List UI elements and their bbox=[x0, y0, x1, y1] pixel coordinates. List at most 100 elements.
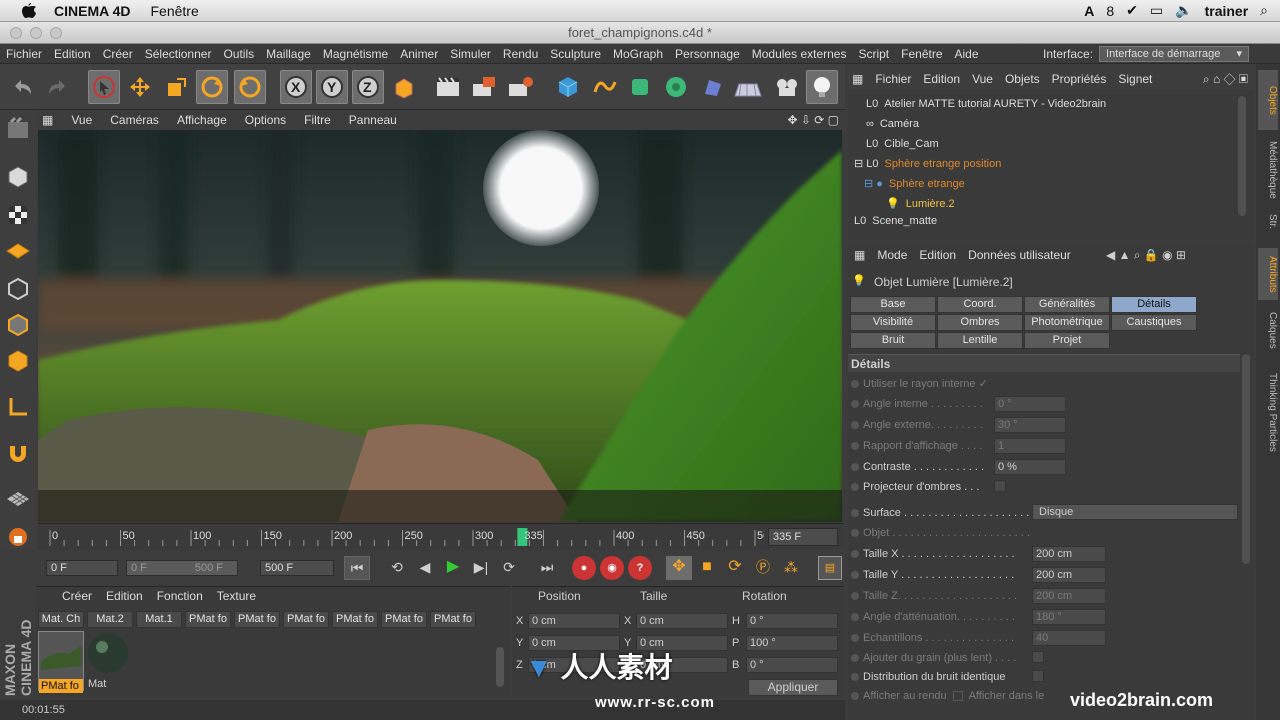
edges-mode-icon[interactable] bbox=[3, 310, 33, 340]
tab-objets[interactable]: Objets bbox=[1258, 70, 1278, 130]
timeline-window-icon[interactable]: ▤ bbox=[818, 556, 842, 580]
render-view-icon[interactable] bbox=[432, 70, 464, 104]
object-row[interactable]: ∞ Caméra bbox=[852, 114, 1248, 134]
preview-range-slider[interactable]: 0 F 500 F bbox=[126, 560, 238, 576]
menu-simuler[interactable]: Simuler bbox=[450, 47, 491, 61]
tab-coord[interactable]: Coord. bbox=[937, 296, 1023, 313]
workplane-grid-icon[interactable] bbox=[3, 484, 33, 514]
material-tab[interactable]: Mat.1 bbox=[136, 611, 182, 628]
angle-externe-field[interactable]: 30 ° bbox=[994, 417, 1066, 433]
object-row[interactable]: ⊟ L0 Sphère etrange position bbox=[852, 154, 1248, 174]
recent-tool-icon[interactable] bbox=[234, 70, 266, 104]
objmgr-menu-proprietes[interactable]: Propriétés bbox=[1052, 72, 1107, 86]
autokey-icon[interactable]: ◉ bbox=[600, 556, 624, 580]
objmgr-menu-edition[interactable]: Edition bbox=[923, 72, 960, 86]
menu-sculpture[interactable]: Sculpture bbox=[550, 47, 601, 61]
material-tab[interactable]: PMat fo bbox=[332, 611, 378, 628]
object-row[interactable]: ⊟ ● Sphère etrange bbox=[852, 174, 1248, 194]
keyframe-selection-icon[interactable]: ? bbox=[628, 556, 652, 580]
make-editable-icon[interactable] bbox=[3, 114, 33, 144]
echantillons-field[interactable]: 40 bbox=[1032, 630, 1106, 646]
locked-workplane-icon[interactable] bbox=[3, 522, 33, 552]
tab-ombres[interactable]: Ombres bbox=[937, 314, 1023, 331]
viewport-menu-cameras[interactable]: Caméras bbox=[110, 113, 159, 127]
viewport-menu-panneau[interactable]: Panneau bbox=[349, 113, 397, 127]
rapport-field[interactable]: 1 bbox=[994, 438, 1066, 454]
menu-fenetre[interactable]: Fenêtre bbox=[901, 47, 942, 61]
object-row[interactable]: L0 Atelier MATTE tutorial AURETY - Video2… bbox=[852, 94, 1248, 114]
attr-scrollbar[interactable] bbox=[1242, 354, 1250, 564]
tab-str[interactable]: Str. bbox=[1258, 210, 1278, 234]
tab-calques[interactable]: Calques bbox=[1258, 308, 1278, 352]
taille-x-field[interactable]: 200 cm bbox=[1032, 546, 1106, 562]
viewport-3d[interactable] bbox=[38, 130, 842, 522]
menu-selectionner[interactable]: Sélectionner bbox=[145, 47, 212, 61]
window-menu[interactable]: Fenêtre bbox=[151, 3, 199, 19]
material-item-selected[interactable]: PMat fo bbox=[38, 631, 84, 693]
tab-attributs[interactable]: Attributs bbox=[1258, 248, 1278, 300]
cube-object-icon[interactable] bbox=[552, 70, 584, 104]
parameter-key-icon[interactable]: Ⓟ bbox=[750, 556, 776, 580]
taille-z-field[interactable]: 200 cm bbox=[1032, 588, 1106, 604]
spotlight-icon[interactable]: ⌕ bbox=[1260, 2, 1268, 19]
objmgr-scrollbar[interactable] bbox=[1238, 96, 1246, 216]
mat-menu-edition[interactable]: Edition bbox=[106, 589, 143, 603]
user-menu[interactable]: trainer bbox=[1205, 3, 1249, 19]
zoom-button[interactable] bbox=[50, 27, 62, 39]
timeline-ruler[interactable]: 0 50 100 150 200 250 300 335 400 450 500 bbox=[44, 526, 764, 548]
axis-mode-icon[interactable] bbox=[3, 392, 33, 422]
material-tab[interactable]: Mat. Ch bbox=[38, 611, 84, 628]
polygons-mode-icon[interactable] bbox=[3, 346, 33, 376]
redo-icon[interactable] bbox=[42, 70, 74, 104]
objmgr-menu-fichier[interactable]: Fichier bbox=[875, 72, 911, 86]
light-object-icon[interactable] bbox=[806, 70, 838, 104]
move-tool-icon[interactable] bbox=[124, 70, 156, 104]
rotation-key-icon[interactable]: ⟳ bbox=[722, 556, 748, 580]
tab-visibilite[interactable]: Visibilité bbox=[850, 314, 936, 331]
coordinate-system-icon[interactable] bbox=[388, 70, 420, 104]
menu-modules[interactable]: Modules externes bbox=[752, 47, 847, 61]
projecteur-checkbox[interactable] bbox=[994, 480, 1006, 492]
attr-nav-icons[interactable]: ◀ ▲ ⌕ 🔒 ◉ ⊞ bbox=[1106, 248, 1186, 263]
object-row[interactable]: 💡 Lumière.2 bbox=[852, 194, 1248, 214]
array-icon[interactable] bbox=[660, 70, 692, 104]
menu-mograph[interactable]: MoGraph bbox=[613, 47, 663, 61]
position-x-field[interactable]: 0 cm bbox=[528, 613, 620, 629]
tab-photometrique[interactable]: Photométrique bbox=[1024, 314, 1110, 331]
material-tab[interactable]: PMat fo bbox=[234, 611, 280, 628]
menu-aide[interactable]: Aide bbox=[955, 47, 979, 61]
menu-creer[interactable]: Créer bbox=[103, 47, 133, 61]
next-frame-icon[interactable]: ▶| bbox=[468, 556, 494, 580]
camera-object-icon[interactable] bbox=[770, 70, 802, 104]
play-icon[interactable]: ▶ bbox=[440, 556, 466, 580]
app-menu[interactable]: CINEMA 4D bbox=[54, 3, 131, 19]
timeline[interactable]: 0 50 100 150 200 250 300 335 400 450 500 335 F bbox=[38, 523, 843, 549]
menu-animer[interactable]: Animer bbox=[400, 47, 438, 61]
grain-checkbox[interactable] bbox=[1032, 651, 1044, 663]
end-frame-field[interactable]: 500 F bbox=[260, 560, 334, 576]
workplane-mode-icon[interactable] bbox=[3, 236, 33, 266]
select-tool-icon[interactable] bbox=[88, 70, 120, 104]
points-mode-icon[interactable] bbox=[3, 274, 33, 304]
undo-icon[interactable] bbox=[6, 70, 38, 104]
position-key-icon[interactable]: ✥ bbox=[666, 556, 692, 580]
tab-thinking-particles[interactable]: Thinking Particles bbox=[1258, 362, 1278, 462]
material-scrollbar[interactable] bbox=[496, 647, 504, 687]
menu-maillage[interactable]: Maillage bbox=[266, 47, 311, 61]
tab-caustiques[interactable]: Caustiques bbox=[1111, 314, 1197, 331]
viewport-menu-affichage[interactable]: Affichage bbox=[177, 113, 227, 127]
menu-personnage[interactable]: Personnage bbox=[675, 47, 740, 61]
interface-select[interactable]: Interface de démarrage ▾ bbox=[1099, 46, 1250, 62]
tab-generalites[interactable]: Généralités bbox=[1024, 296, 1110, 313]
tab-details[interactable]: Détails bbox=[1111, 296, 1197, 313]
x-axis-lock-icon[interactable]: X bbox=[280, 70, 312, 104]
afficher-rendu-checkbox[interactable] bbox=[952, 691, 963, 702]
spline-pen-icon[interactable] bbox=[588, 70, 620, 104]
previous-frame-icon[interactable]: ◀ bbox=[412, 556, 438, 580]
material-tab[interactable]: PMat fo bbox=[283, 611, 329, 628]
objmgr-menu-icon[interactable]: ▦ bbox=[852, 72, 863, 86]
minimize-button[interactable] bbox=[30, 27, 42, 39]
object-row[interactable]: L0 Scene_matte bbox=[852, 214, 1248, 228]
contraste-field[interactable]: 0 % bbox=[994, 459, 1066, 475]
menu-magnetisme[interactable]: Magnétisme bbox=[323, 47, 388, 61]
